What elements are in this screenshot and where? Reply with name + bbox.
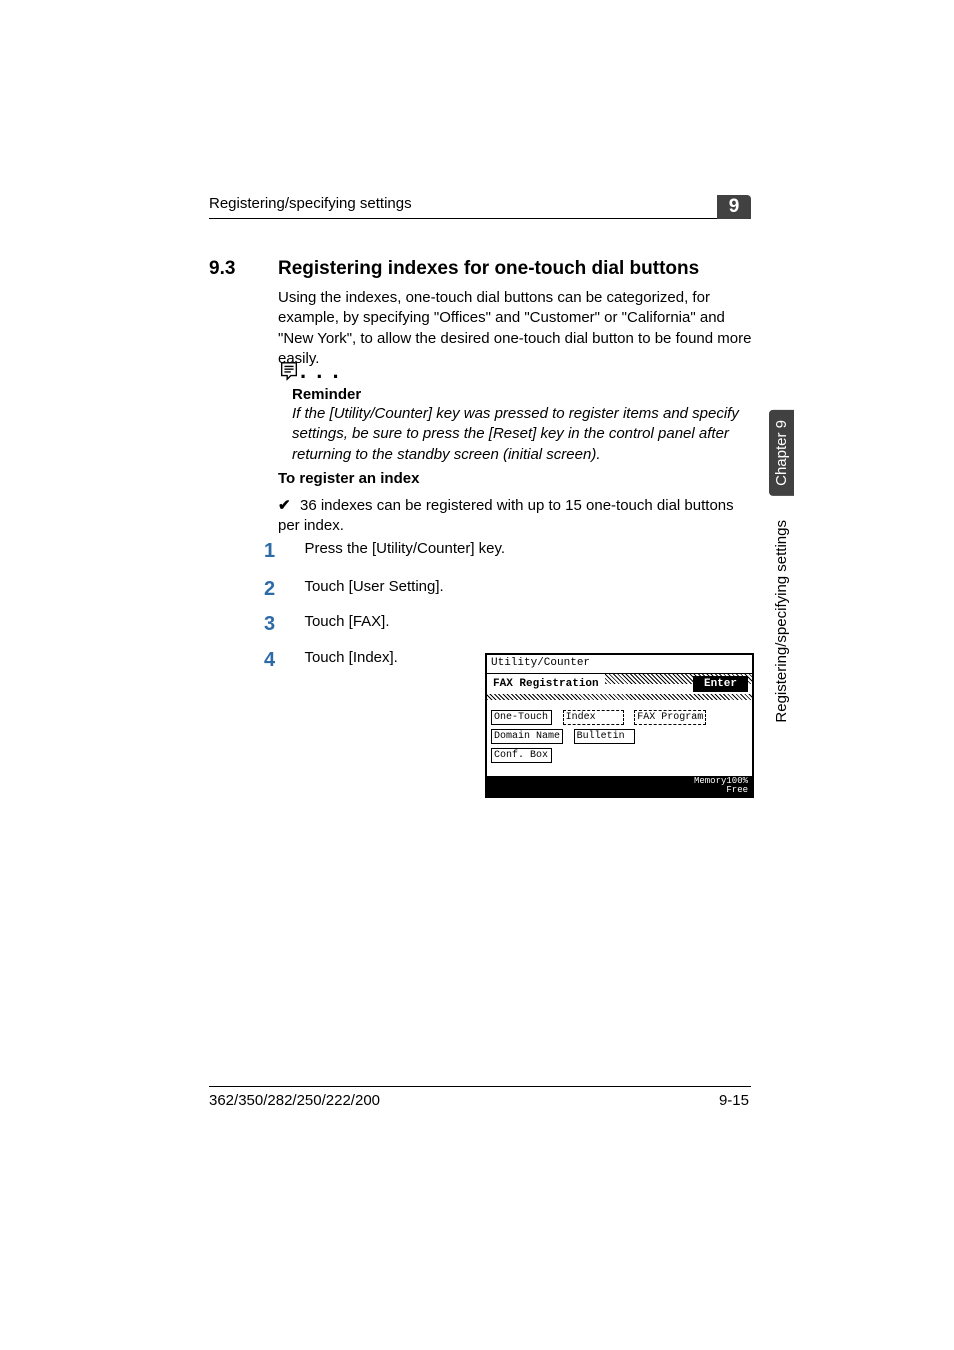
side-chapter-tab: Chapter 9 bbox=[769, 410, 794, 496]
step-text: Touch [FAX]. bbox=[304, 613, 744, 630]
footer-page: 9-15 bbox=[719, 1092, 749, 1109]
step-2: 2 Touch [User Setting]. bbox=[264, 578, 754, 601]
check-icon: ✔ bbox=[278, 496, 300, 516]
footer-model: 362/350/282/250/222/200 bbox=[209, 1092, 380, 1109]
lcd-topbar: Utility/Counter bbox=[487, 655, 752, 674]
lcd-faxprogram-button[interactable]: FAX Program bbox=[634, 710, 706, 725]
lcd-footer-mem: Memory bbox=[694, 776, 726, 786]
step-text: Press the [Utility/Counter] key. bbox=[304, 540, 744, 557]
lcd-breadcrumb: Utility/Counter bbox=[487, 655, 594, 671]
lcd-index-button[interactable]: Index bbox=[563, 710, 624, 725]
chapter-badge: 9 bbox=[717, 195, 751, 219]
side-section-label: Registering/specifying settings bbox=[773, 520, 790, 723]
lcd-domainname-button[interactable]: Domain Name bbox=[491, 729, 563, 744]
reminder-heading: Reminder bbox=[292, 386, 361, 403]
lcd-bulletin-button[interactable]: Bulletin bbox=[574, 729, 635, 744]
reminder-icon: . . . bbox=[278, 358, 341, 384]
procedure-note-text: 36 indexes can be registered with up to … bbox=[278, 497, 734, 534]
step-number: 1 bbox=[264, 540, 300, 563]
section-number: 9.3 bbox=[209, 258, 235, 280]
header-rule bbox=[209, 218, 751, 219]
section-intro: Using the indexes, one-touch dial button… bbox=[278, 288, 752, 369]
step-text: Touch [User Setting]. bbox=[304, 578, 744, 595]
step-number: 4 bbox=[264, 649, 300, 672]
lcd-screenshot: Utility/Counter FAX Registration Enter O… bbox=[485, 653, 754, 798]
lcd-confbox-button[interactable]: Conf. Box bbox=[491, 748, 552, 763]
lcd-titlebar: FAX Registration Enter bbox=[487, 674, 752, 700]
lcd-footer: Memory100% Free bbox=[487, 776, 752, 796]
lcd-content: One-Touch Index FAX Program Domain Name … bbox=[487, 700, 752, 776]
running-title: Registering/specifying settings bbox=[209, 195, 412, 212]
lcd-enter-button[interactable]: Enter bbox=[693, 676, 748, 692]
reminder-body: If the [Utility/Counter] key was pressed… bbox=[292, 404, 752, 465]
section-title: Registering indexes for one-touch dial b… bbox=[278, 258, 699, 280]
procedure-note: ✔36 indexes can be registered with up to… bbox=[278, 496, 752, 537]
footer-rule bbox=[209, 1086, 751, 1087]
lcd-footer-free: Free bbox=[491, 786, 748, 795]
step-1: 1 Press the [Utility/Counter] key. bbox=[264, 540, 754, 563]
step-3: 3 Touch [FAX]. bbox=[264, 613, 754, 636]
step-number: 3 bbox=[264, 613, 300, 636]
step-number: 2 bbox=[264, 578, 300, 601]
procedure-heading: To register an index bbox=[278, 470, 419, 487]
lcd-title: FAX Registration bbox=[487, 674, 605, 694]
lcd-onetouch-button[interactable]: One-Touch bbox=[491, 710, 552, 725]
